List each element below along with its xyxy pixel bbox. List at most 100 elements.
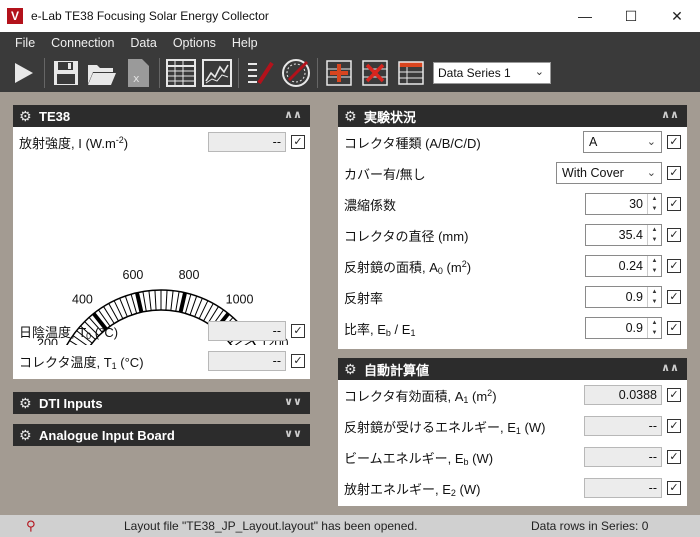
menu-bar: File Connection Data Options Help [0, 32, 700, 54]
cover-row: カバー有/無し With Cover ⌄ ✓ [338, 159, 687, 187]
beam-energy-row: ビームエネルギー, Eb (W) -- ✓ [338, 443, 687, 471]
gauge-minor-tick [142, 291, 147, 312]
gear-icon: ⚙ [19, 108, 32, 124]
cover-checkbox[interactable]: ✓ [667, 166, 681, 180]
collapse-icon[interactable]: ∧∧ [661, 108, 679, 121]
te38-panel-header[interactable]: ⚙ TE38 ∧∧ [13, 105, 310, 127]
mirror-energy-label: 反射鏡が受けるエネルギー, E1 (W) [344, 419, 546, 436]
collector-type-label: コレクタ種類 (A/B/C/D) [344, 135, 481, 151]
menu-file[interactable]: File [0, 36, 43, 50]
main-area: ⚙ TE38 ∧∧ 放射強度, I (W.m-2) -- ✓ 020040060… [0, 92, 700, 515]
ratio-label: 比率, Eb / E1 [344, 321, 416, 338]
chart-icon[interactable] [200, 56, 234, 90]
beam-energy-label: ビームエネルギー, Eb (W) [344, 450, 494, 467]
spinner-icon[interactable]: ▲ ▼ [647, 318, 661, 338]
te38-panel-body: 放射強度, I (W.m-2) -- ✓ 0200400600800100012… [13, 127, 310, 379]
menu-options[interactable]: Options [165, 36, 224, 50]
radiation-checkbox[interactable]: ✓ [291, 135, 305, 149]
expand-icon[interactable]: ∨∨ [284, 395, 302, 408]
play-icon[interactable] [6, 56, 40, 90]
collapse-icon[interactable]: ∧∧ [284, 108, 302, 121]
data-series-value: Data Series 1 [438, 66, 511, 80]
save-icon[interactable] [49, 56, 83, 90]
data-series-select[interactable]: Data Series 1 ⌄ [433, 62, 551, 84]
diameter-checkbox[interactable]: ✓ [667, 228, 681, 242]
mirror-area-input[interactable]: 0.24 ▲ ▼ [585, 255, 662, 277]
expand-icon[interactable]: ∨∨ [284, 427, 302, 440]
reflectance-input[interactable]: 0.9 ▲ ▼ [585, 286, 662, 308]
dti-panel-header[interactable]: ⚙ DTI Inputs ∨∨ [13, 392, 310, 414]
concentration-checkbox[interactable]: ✓ [667, 197, 681, 211]
concentration-label: 濃縮係数 [344, 197, 397, 213]
analogue-panel-title: Analogue Input Board [39, 427, 175, 443]
spinner-icon[interactable]: ▲ ▼ [647, 256, 661, 276]
ratio-input[interactable]: 0.9 ▲ ▼ [585, 317, 662, 339]
collector-temp-checkbox[interactable]: ✓ [291, 354, 305, 368]
svg-text:x: x [133, 72, 140, 85]
chevron-down-icon: ⌄ [646, 136, 656, 148]
effective-area-value: 0.0388 [584, 385, 662, 405]
toolbar-separator [44, 58, 45, 88]
spinner-icon[interactable]: ▲ ▼ [647, 194, 661, 214]
reflectance-label: 反射率 [344, 290, 384, 306]
cover-select[interactable]: With Cover ⌄ [556, 162, 662, 184]
chevron-down-icon: ⌄ [646, 167, 656, 179]
gauge-minor-tick [148, 290, 152, 311]
open-folder-icon[interactable] [85, 56, 119, 90]
radiated-energy-value: -- [584, 478, 662, 498]
mirror-area-checkbox[interactable]: ✓ [667, 259, 681, 273]
usb-icon: ⚲ [26, 518, 36, 533]
collapse-icon[interactable]: ∧∧ [661, 361, 679, 374]
maximize-button[interactable]: ☐ [608, 0, 654, 32]
gauge-major-tick [135, 292, 144, 313]
status-rows: Data rows in Series: 0 [531, 519, 649, 533]
title-bar: V e-Lab TE38 Focusing Solar Energy Colle… [0, 0, 700, 32]
mirror-area-value: 0.24 [618, 259, 643, 273]
window-title: e-Lab TE38 Focusing Solar Energy Collect… [31, 9, 269, 23]
table-icon[interactable] [164, 56, 198, 90]
reflectance-value: 0.9 [625, 290, 643, 304]
spinner-icon[interactable]: ▲ ▼ [647, 287, 661, 307]
export-icon[interactable]: x [121, 56, 155, 90]
menu-connection[interactable]: Connection [43, 36, 122, 50]
edit-values-icon[interactable] [243, 56, 277, 90]
collector-type-select[interactable]: A ⌄ [583, 131, 662, 153]
gauge-tick-label: 1000 [226, 292, 254, 306]
table-settings-icon[interactable] [394, 56, 428, 90]
reflectance-checkbox[interactable]: ✓ [667, 290, 681, 304]
effective-area-checkbox[interactable]: ✓ [667, 388, 681, 402]
experiment-panel-header[interactable]: ⚙ 実験状況 ∧∧ [338, 105, 687, 127]
add-row-icon[interactable] [322, 56, 356, 90]
mirror-area-label: 反射鏡の面積, A0 (m2) [344, 258, 472, 276]
menu-help[interactable]: Help [224, 36, 266, 50]
calculated-panel-header[interactable]: ⚙ 自動計算値 ∧∧ [338, 358, 687, 380]
delete-row-icon[interactable] [358, 56, 392, 90]
gauge-tick-label: 600 [123, 268, 144, 282]
shade-temp-checkbox[interactable]: ✓ [291, 324, 305, 338]
ratio-checkbox[interactable]: ✓ [667, 321, 681, 335]
close-button[interactable]: ✕ [654, 0, 700, 32]
mirror-energy-checkbox[interactable]: ✓ [667, 419, 681, 433]
collector-temp-value: -- [208, 351, 286, 371]
concentration-row: 濃縮係数 30 ▲ ▼ ✓ [338, 190, 687, 218]
radiation-label: 放射強度, I (W.m-2) [19, 134, 129, 151]
reflectance-row: 反射率 0.9 ▲ ▼ ✓ [338, 283, 687, 311]
spinner-icon[interactable]: ▲ ▼ [647, 225, 661, 245]
gauge-icon[interactable] [279, 56, 313, 90]
beam-energy-checkbox[interactable]: ✓ [667, 450, 681, 464]
diameter-input[interactable]: 35.4 ▲ ▼ [585, 224, 662, 246]
collector-temp-label: コレクタ温度, T1 (°C) [19, 354, 144, 371]
concentration-input[interactable]: 30 ▲ ▼ [585, 193, 662, 215]
radiated-energy-checkbox[interactable]: ✓ [667, 481, 681, 495]
gauge-minor-tick [165, 290, 168, 311]
calculated-panel-body: コレクタ有効面積, A1 (m2) 0.0388 ✓ 反射鏡が受けるエネルギー,… [338, 380, 687, 506]
chevron-down-icon: ⌄ [534, 66, 544, 78]
collector-temp-row: コレクタ温度, T1 (°C) -- ✓ [13, 347, 310, 375]
minimize-button[interactable]: — [562, 0, 608, 32]
collector-type-checkbox[interactable]: ✓ [667, 135, 681, 149]
radiation-row: 放射強度, I (W.m-2) -- ✓ [13, 128, 310, 156]
cover-value: With Cover [562, 166, 624, 180]
menu-data[interactable]: Data [122, 36, 164, 50]
shade-temp-label: 日陰温度, T0 (°C) [19, 324, 119, 341]
analogue-panel-header[interactable]: ⚙ Analogue Input Board ∨∨ [13, 424, 310, 446]
